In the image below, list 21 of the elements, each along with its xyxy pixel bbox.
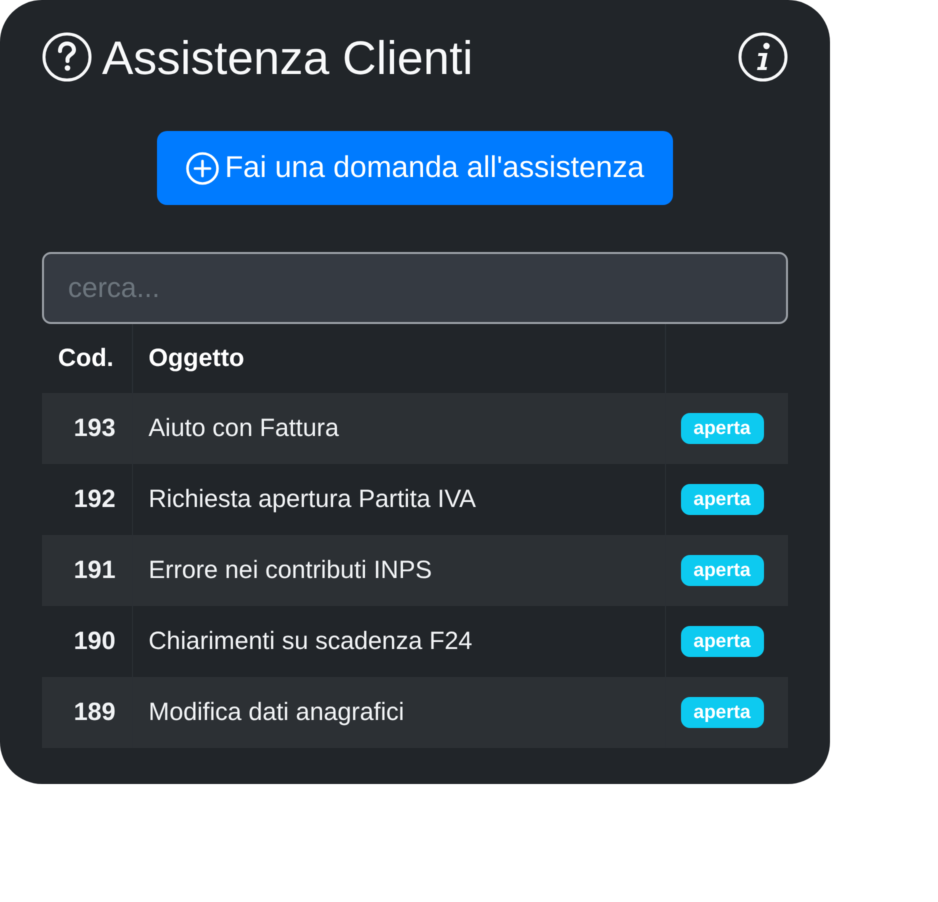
table-cell: Errore nei contributi INPS	[132, 535, 665, 606]
status-badge: aperta	[680, 413, 764, 444]
plus-circle-icon	[186, 152, 219, 184]
panel-title: Assistenza Clienti	[102, 34, 473, 80]
table-cell: 189	[42, 677, 132, 748]
table-cell: Chiarimenti su scadenza F24	[132, 606, 665, 677]
status-badge: aperta	[680, 484, 764, 515]
table-cell: 190	[42, 606, 132, 677]
status-badge: aperta	[680, 697, 764, 728]
table-cell: 193	[42, 393, 132, 464]
search-field[interactable]: cerca...	[42, 252, 788, 324]
table-cell: 192	[42, 464, 132, 535]
table-cell: Richiesta apertura Partita IVA	[132, 464, 665, 535]
info-icon[interactable]	[738, 32, 788, 82]
table-cell: Aiuto con Fattura	[132, 393, 665, 464]
status-badge: aperta	[680, 555, 764, 586]
ask-question-button[interactable]: Fai una domanda all'assistenza	[157, 131, 673, 205]
question-circle-icon	[42, 32, 92, 82]
table-cell: Modifica dati anagrafici	[132, 677, 665, 748]
table-cell: 191	[42, 535, 132, 606]
status-badge: aperta	[680, 626, 764, 657]
